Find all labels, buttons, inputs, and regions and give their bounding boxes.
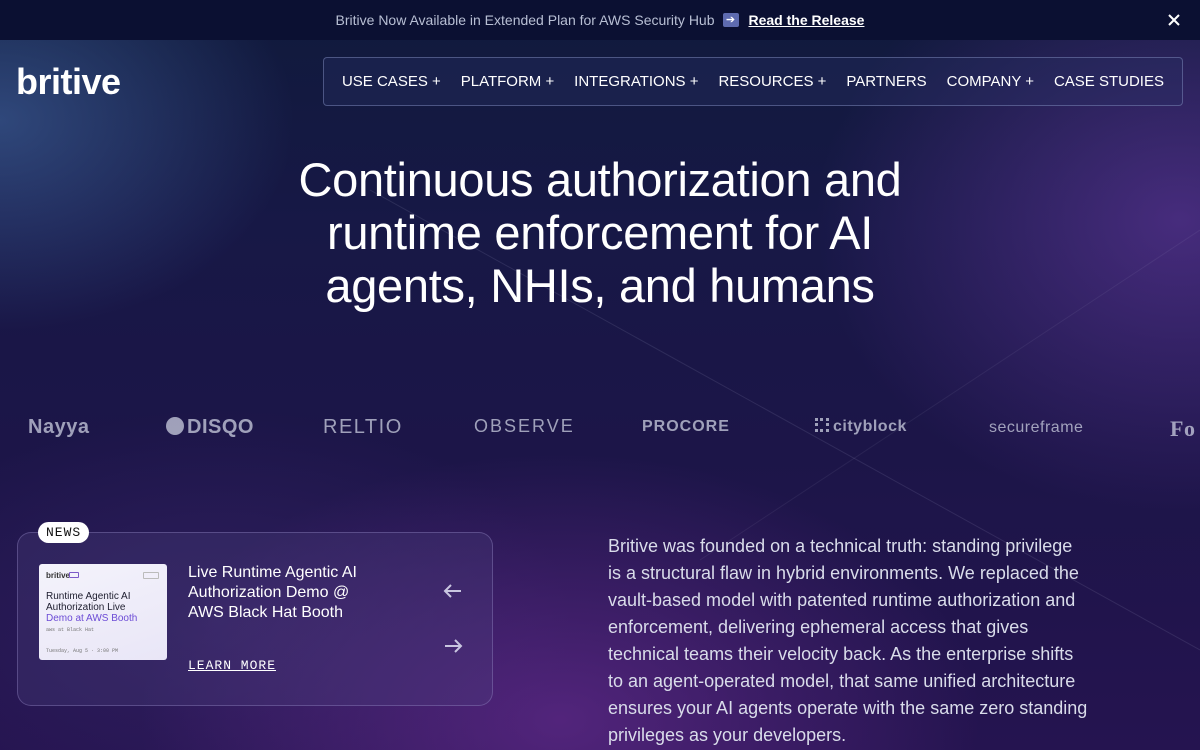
- thumb-line: Authorization Live: [46, 602, 126, 613]
- customer-logo: cityblock: [815, 418, 907, 436]
- customer-logos: Nayya DISQO RELTIO OBSERVE PROCORE cityb…: [0, 408, 1200, 452]
- hero-headline: Continuous authorization and runtime enf…: [298, 153, 902, 312]
- news-title[interactable]: Live Runtime Agentic AI Authorization De…: [188, 563, 388, 623]
- banner-text: Britive Now Available in Extended Plan f…: [335, 12, 715, 28]
- customer-logo: RELTIO: [323, 416, 403, 438]
- nav-integrations[interactable]: INTEGRATIONS +: [574, 73, 698, 90]
- close-icon[interactable]: [1164, 10, 1184, 30]
- read-release-link[interactable]: Read the Release: [749, 12, 865, 28]
- thumb-meta: aws at Black Hat: [46, 627, 95, 633]
- nav-case-studies[interactable]: CASE STUDIES: [1054, 73, 1164, 90]
- nav-platform[interactable]: PLATFORM +: [461, 73, 555, 90]
- customer-logo: DISQO: [166, 416, 254, 439]
- customer-logo: PROCORE: [642, 418, 730, 435]
- logo-text: britive: [16, 61, 121, 102]
- disqo-mark-icon: [166, 417, 184, 435]
- nav-use-cases[interactable]: USE CASES +: [342, 73, 441, 90]
- news-thumbnail[interactable]: britive Runtime Agentic AI Authorization…: [39, 564, 167, 660]
- arrow-left-icon[interactable]: [442, 583, 464, 599]
- nav-company[interactable]: COMPANY +: [947, 73, 1034, 90]
- cityblock-mark-icon: [815, 418, 829, 432]
- customer-logo: Fo: [1170, 416, 1196, 441]
- arrow-right-icon[interactable]: [442, 638, 464, 654]
- customer-logo: OBSERVE: [474, 416, 575, 436]
- news-badge: NEWS: [38, 522, 90, 543]
- main-nav: USE CASES + PLATFORM + INTEGRATIONS + RE…: [323, 57, 1183, 106]
- britive-logo[interactable]: britive: [16, 62, 121, 102]
- nav-resources[interactable]: RESOURCES +: [718, 73, 826, 90]
- customer-logo: secureframe: [989, 419, 1084, 436]
- thumb-tag-icon: [69, 572, 79, 578]
- about-paragraph: Britive was founded on a technical truth…: [608, 536, 1088, 745]
- customer-logo: Nayya: [28, 416, 90, 438]
- thumb-logo: britive: [46, 571, 71, 580]
- thumb-line: Demo at AWS Booth: [46, 613, 138, 624]
- announcement-banner: Britive Now Available in Extended Plan f…: [0, 0, 1200, 40]
- thumb-meta: Tuesday, Aug 5 · 3:00 PM: [46, 648, 119, 654]
- right-arrow-icon: ➔: [722, 13, 739, 27]
- learn-more-link[interactable]: LEARN MORE: [188, 658, 276, 673]
- thumb-line: Runtime Agentic AI: [46, 591, 131, 602]
- nav-partners[interactable]: PARTNERS: [846, 73, 926, 90]
- thumb-aws-icon: [143, 572, 159, 579]
